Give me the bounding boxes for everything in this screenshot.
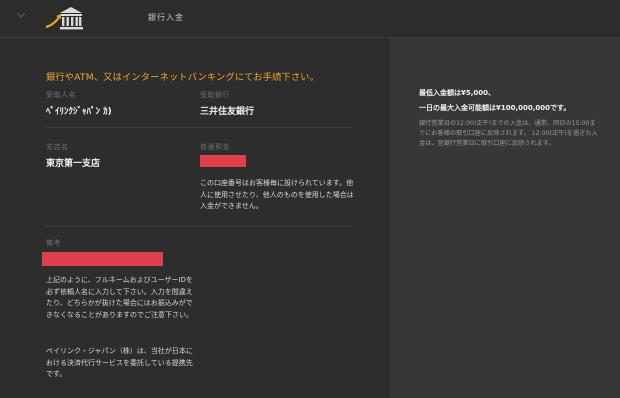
chevron-down-icon[interactable]: [16, 10, 26, 20]
recipient-label: 受取人名: [46, 91, 76, 99]
min-deposit-text: 最低入金額は¥5,000、: [419, 89, 496, 97]
account-number-redacted: [200, 155, 246, 167]
bank-icon: [44, 4, 86, 32]
company-note: ペイリンク・ジャパン（株）は、当社が日本における決済代行サービスを委託している提…: [46, 347, 193, 378]
reference-note: 上記のように、フルネームおよびユーザーIDを必ず依頼人名に入力して下さい。入力を…: [46, 276, 193, 319]
top-bar: 銀行入金: [0, 0, 620, 38]
max-deposit-text: 一日の最大入金可能額は¥100,000,000です。: [419, 104, 571, 112]
recipient-value: ﾍﾟｲﾘﾝｸｼﾞｬﾊﾟﾝ ｶ): [46, 107, 112, 117]
instruction-text: 銀行やATM、又はインターネットバンキングにてお手続下さい。: [46, 72, 320, 83]
reference-label: 備考: [46, 239, 61, 247]
account-note: この口座番号はお客様毎に設けられています。他人に使用させたり、他人のものを使用し…: [200, 179, 354, 210]
branch-value: 東京第一支店: [46, 159, 101, 169]
processing-note: 銀行営業日の12:00(正午)までの入金は、通常、同日の15:00までにお客様の…: [419, 120, 598, 147]
divider: [46, 226, 352, 227]
reference-redacted: [42, 252, 163, 266]
account-type-label: 普通預金: [200, 143, 230, 151]
bank-value: 三井住友銀行: [200, 107, 255, 117]
divider: [46, 127, 352, 128]
bank-label: 受取銀行: [200, 91, 230, 99]
arrow-up-right-icon: [45, 14, 61, 29]
page-title: 銀行入金: [148, 13, 184, 22]
branch-label: 支店名: [46, 143, 69, 151]
